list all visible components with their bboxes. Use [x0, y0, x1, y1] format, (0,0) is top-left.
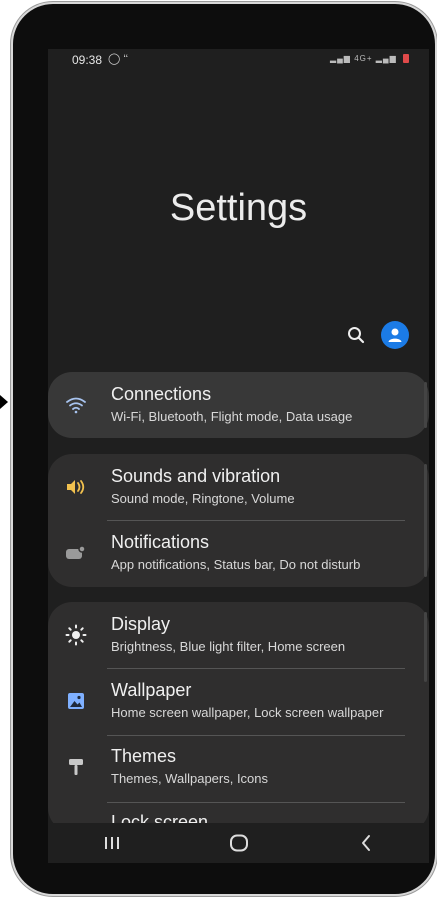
item-title: Sounds and vibration — [111, 466, 281, 486]
item-subtitle: Brightness, Blue light filter, Home scre… — [111, 639, 346, 654]
status-time: 09:38 — [72, 53, 103, 67]
signal-icon: ▂▄▆ — [329, 54, 351, 63]
header-actions — [345, 321, 409, 349]
item-subtitle: Themes, Wallpapers, Icons — [111, 771, 269, 786]
home-button[interactable] — [219, 828, 259, 858]
page-title: Settings — [169, 187, 308, 229]
search-button[interactable] — [345, 324, 367, 346]
back-button[interactable] — [346, 828, 386, 858]
item-subtitle: Sound mode, Ringtone, Volume — [111, 491, 295, 506]
connections-card: Connections Wi-Fi, Bluetooth, Flight mod… — [48, 372, 429, 438]
scroll-indicator — [424, 612, 427, 682]
signal-icon-2: ▂▄▆ — [375, 54, 397, 63]
wallpaper-icon — [65, 690, 87, 712]
signal-icons: ▂▄▆ 4G+ ▂▄▆ — [329, 54, 409, 64]
speaker-icon — [65, 476, 87, 498]
settings-item-connections[interactable]: Connections Wi-Fi, Bluetooth, Flight mod… — [48, 372, 429, 438]
person-icon — [388, 328, 402, 342]
navigation-bar — [48, 823, 429, 863]
sound-notification-card: Sounds and vibration Sound mode, Rington… — [48, 454, 429, 587]
recent-apps-icon — [104, 837, 119, 849]
item-title: Connections — [111, 384, 212, 404]
display-card: Display Brightness, Blue light filter, H… — [48, 602, 429, 832]
screen: 09:38 ◯ ‘‘ ▂▄▆ 4G+ ▂▄▆ Settings Connecti… — [48, 49, 429, 863]
network-type: 4G+ — [354, 54, 373, 63]
recent-apps-button[interactable] — [92, 828, 132, 858]
item-subtitle: Home screen wallpaper, Lock screen wallp… — [111, 705, 384, 720]
settings-item-display[interactable]: Display Brightness, Blue light filter, H… — [48, 602, 429, 668]
item-subtitle: Wi-Fi, Bluetooth, Flight mode, Data usag… — [111, 409, 353, 424]
item-title: Wallpaper — [111, 680, 192, 700]
brightness-icon — [65, 624, 87, 646]
pointer-arrow — [0, 395, 8, 409]
battery-icon — [403, 54, 409, 64]
settings-item-themes[interactable]: Themes Themes, Wallpapers, Icons — [48, 734, 429, 800]
paintbrush-icon — [65, 756, 87, 778]
item-title: Themes — [111, 746, 177, 766]
phone-frame: 09:38 ◯ ‘‘ ▂▄▆ 4G+ ▂▄▆ Settings Connecti… — [13, 4, 435, 894]
search-icon — [348, 327, 365, 344]
status-bar: 09:38 ◯ ‘‘ ▂▄▆ 4G+ ▂▄▆ — [48, 49, 429, 71]
profile-button[interactable] — [381, 321, 409, 349]
item-title: Notifications — [111, 532, 210, 552]
home-icon — [229, 834, 248, 852]
settings-item-notifications[interactable]: Notifications App notifications, Status … — [48, 520, 429, 586]
whatsapp-notification-icon: ◯ ‘‘ — [108, 53, 129, 65]
scroll-indicator — [424, 464, 427, 577]
settings-item-wallpaper[interactable]: Wallpaper Home screen wallpaper, Lock sc… — [48, 668, 429, 734]
item-subtitle: App notifications, Status bar, Do not di… — [111, 557, 361, 572]
wifi-icon — [65, 394, 87, 416]
scroll-indicator — [424, 382, 427, 428]
item-title: Display — [111, 614, 171, 634]
back-icon — [361, 835, 370, 851]
notification-icon — [65, 542, 87, 564]
settings-item-sounds[interactable]: Sounds and vibration Sound mode, Rington… — [48, 454, 429, 520]
